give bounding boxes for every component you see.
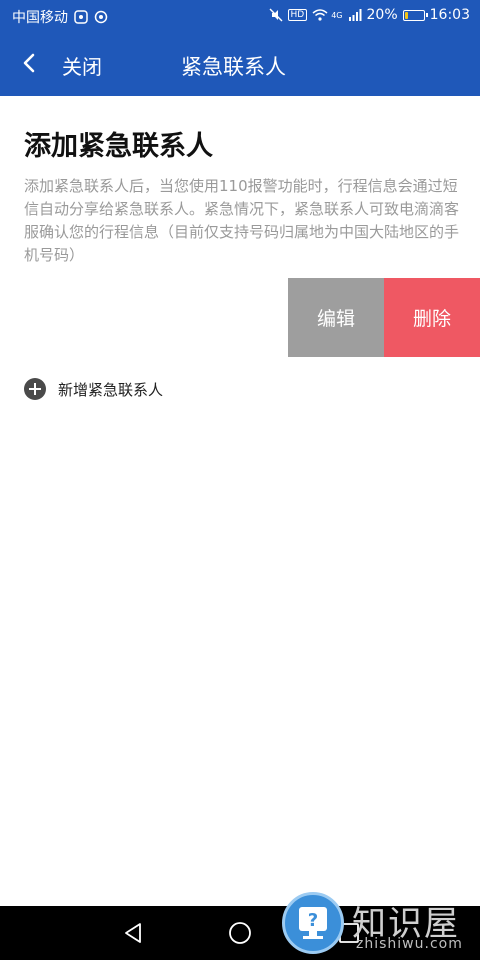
watermark-logo-icon: ? <box>282 892 344 954</box>
svg-text:?: ? <box>308 910 318 931</box>
status-bar: 中国移动 HD 4G 20% 16:03 <box>0 0 480 32</box>
watermark: ? 知识屋 zhishiwu.com <box>282 892 480 960</box>
chevron-left-icon <box>18 51 42 79</box>
clock: 16:03 <box>429 7 470 23</box>
battery-fill <box>404 11 408 19</box>
network-label: 4G <box>331 10 343 20</box>
back-triangle-icon[interactable] <box>120 920 146 946</box>
header-title: 紧急联系人 <box>181 55 286 79</box>
page-title: 添加紧急联系人 <box>24 131 213 162</box>
mute-icon <box>269 8 283 22</box>
edit-button[interactable]: 编辑 <box>288 278 384 357</box>
watermark-url: zhishiwu.com <box>356 936 463 952</box>
signal-icon <box>348 8 362 22</box>
battery-percent: 20% <box>366 7 398 23</box>
contact-row[interactable]: 编辑 删除 <box>0 278 480 357</box>
app-icon <box>74 10 88 24</box>
battery-icon <box>402 9 428 21</box>
app-header: 关闭 紧急联系人 <box>0 32 480 96</box>
carrier-label: 中国移动 <box>12 10 68 26</box>
close-button[interactable]: 关闭 <box>18 48 128 82</box>
wifi-icon <box>312 8 328 22</box>
add-contact-label: 新增紧急联系人 <box>58 380 164 399</box>
plus-circle-icon <box>24 378 46 400</box>
home-circle-icon[interactable] <box>227 920 253 946</box>
add-contact-button[interactable]: 新增紧急联系人 <box>24 378 163 400</box>
description-text: 添加紧急联系人后，当您使用110报警功能时，行程信息会通过短信自动分享给紧急联系… <box>24 177 460 264</box>
delete-button[interactable]: 删除 <box>384 278 480 357</box>
hd-badge: HD <box>287 9 308 21</box>
close-label: 关闭 <box>62 54 102 79</box>
app-icon-2 <box>94 10 108 24</box>
